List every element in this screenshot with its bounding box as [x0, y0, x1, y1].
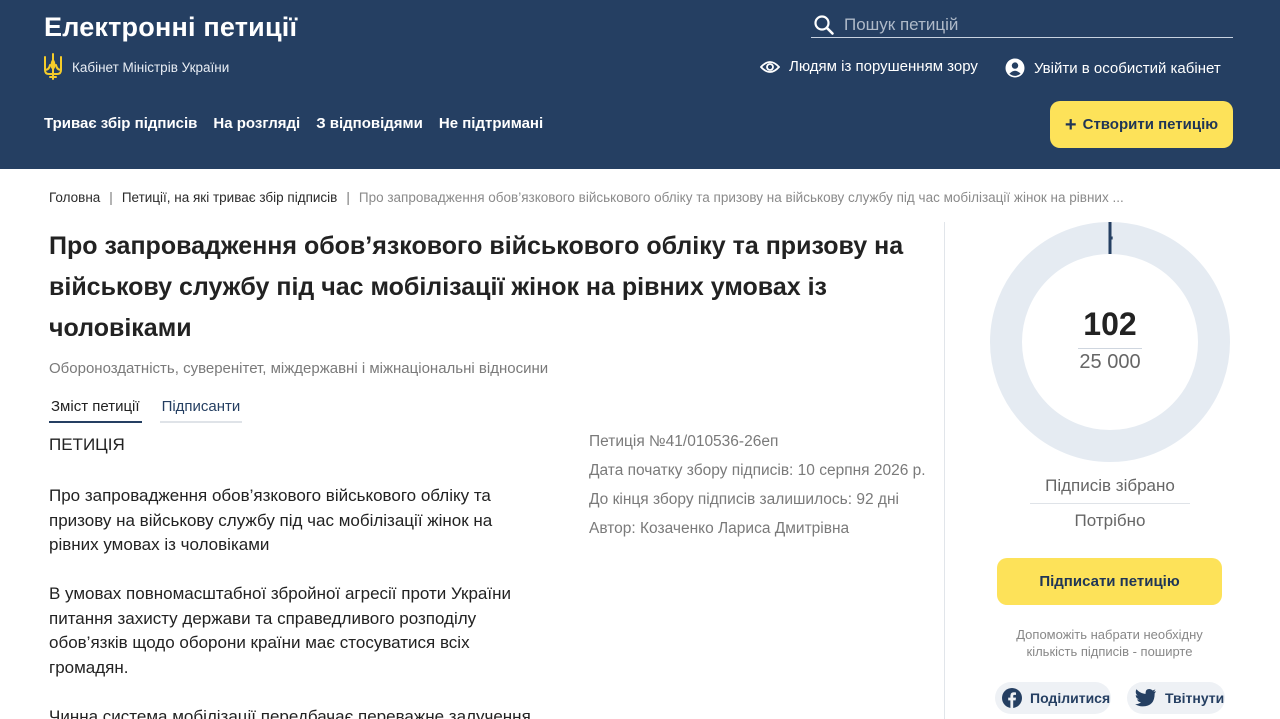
breadcrumb: Головна | Петиції, на які триває збір пі… — [49, 190, 1124, 205]
signatures-required-label: Потрібно — [1074, 511, 1146, 530]
search-icon[interactable] — [813, 14, 835, 36]
petition-heading: ПЕТИЦІЯ — [49, 435, 125, 454]
nav-under-review[interactable]: На розгляді — [213, 115, 300, 132]
search-input[interactable] — [844, 14, 1214, 35]
petition-author: Автор: Козаченко Лариса Дмитрівна — [589, 520, 850, 537]
eye-icon — [760, 60, 780, 73]
nav-answered[interactable]: З відповідями — [316, 115, 423, 132]
tab-content[interactable]: Зміст петиції — [49, 396, 142, 423]
search-bar — [811, 12, 1233, 38]
share-twitter-label: Твітнути — [1165, 690, 1225, 706]
breadcrumb-separator: | — [109, 190, 113, 205]
signatures-collected-label: Підписів зібрано — [1030, 476, 1190, 504]
breadcrumb-home[interactable]: Головна — [49, 190, 100, 205]
share-facebook-button[interactable]: Поділитися — [995, 682, 1111, 714]
petition-category: Обороноздатність, суверенітет, міждержав… — [49, 360, 549, 377]
accessibility-link[interactable]: Людям із порушенням зору — [760, 58, 978, 75]
petition-meta: Петиція №41/010536-26еп Дата початку збо… — [589, 431, 926, 547]
government-link[interactable]: Кабінет Міністрів України — [42, 53, 229, 81]
tryzub-emblem-icon — [44, 53, 62, 80]
share-twitter-button[interactable]: Твітнути — [1127, 682, 1225, 714]
share-help-text: Допоможіть набрати необхідну кількість п… — [1016, 627, 1203, 659]
create-petition-label: Створити петицію — [1082, 116, 1219, 133]
count-divider — [1078, 348, 1142, 349]
create-petition-button[interactable]: + Створити петицію — [1050, 101, 1233, 148]
petition-days-left: До кінця збору підписів залишилось: 92 д… — [589, 491, 899, 508]
petition-paragraph: В умовах повномасштабної збройної агресі… — [49, 584, 511, 677]
site-title[interactable]: Електронні петиції — [44, 12, 297, 43]
signatures-required-count: 25 000 — [1079, 351, 1141, 373]
facebook-icon — [1002, 688, 1022, 708]
nav-not-supported[interactable]: Не підтримані — [439, 115, 543, 132]
nav-collecting[interactable]: Триває збір підписів — [44, 115, 197, 132]
petition-number: Петиція №41/010536-26еп — [589, 433, 779, 450]
share-facebook-label: Поділитися — [1030, 690, 1111, 706]
signatures-collected-count: 102 — [1083, 306, 1137, 342]
government-label: Кабінет Міністрів України — [72, 59, 230, 75]
breadcrumb-current: Про запровадження обов’язкового військов… — [358, 190, 1124, 205]
petition-paragraph: Про запровадження обов’язкового військов… — [49, 486, 493, 554]
tab-signers[interactable]: Підписанти — [159, 396, 243, 423]
login-link[interactable]: Увійти в особистий кабінет — [1005, 58, 1221, 78]
breadcrumb-separator: | — [346, 190, 350, 205]
sign-petition-button[interactable]: Підписати петицію — [997, 558, 1222, 605]
breadcrumb-section[interactable]: Петиції, на які триває збір підписів — [122, 190, 338, 205]
petition-paragraph: Чинна система мобілізації передбачає пер… — [49, 707, 531, 719]
site-header: Електронні петиції Кабінет Міністрів Укр… — [0, 0, 1280, 169]
column-divider — [944, 222, 945, 719]
petition-start-date: Дата початку збору підписів: 10 серпня 2… — [589, 462, 926, 479]
main-nav: Триває збір підписів На розгляді З відпо… — [44, 115, 559, 132]
user-icon — [1005, 58, 1025, 78]
plus-icon: + — [1064, 113, 1077, 136]
petition-title: Про запровадження обов’язкового військов… — [49, 232, 904, 342]
login-label: Увійти в особистий кабінет — [1034, 59, 1221, 77]
petition-tabs: Зміст петиції Підписанти — [49, 396, 243, 423]
accessibility-label: Людям із порушенням зору — [789, 58, 978, 75]
twitter-icon — [1135, 689, 1156, 707]
